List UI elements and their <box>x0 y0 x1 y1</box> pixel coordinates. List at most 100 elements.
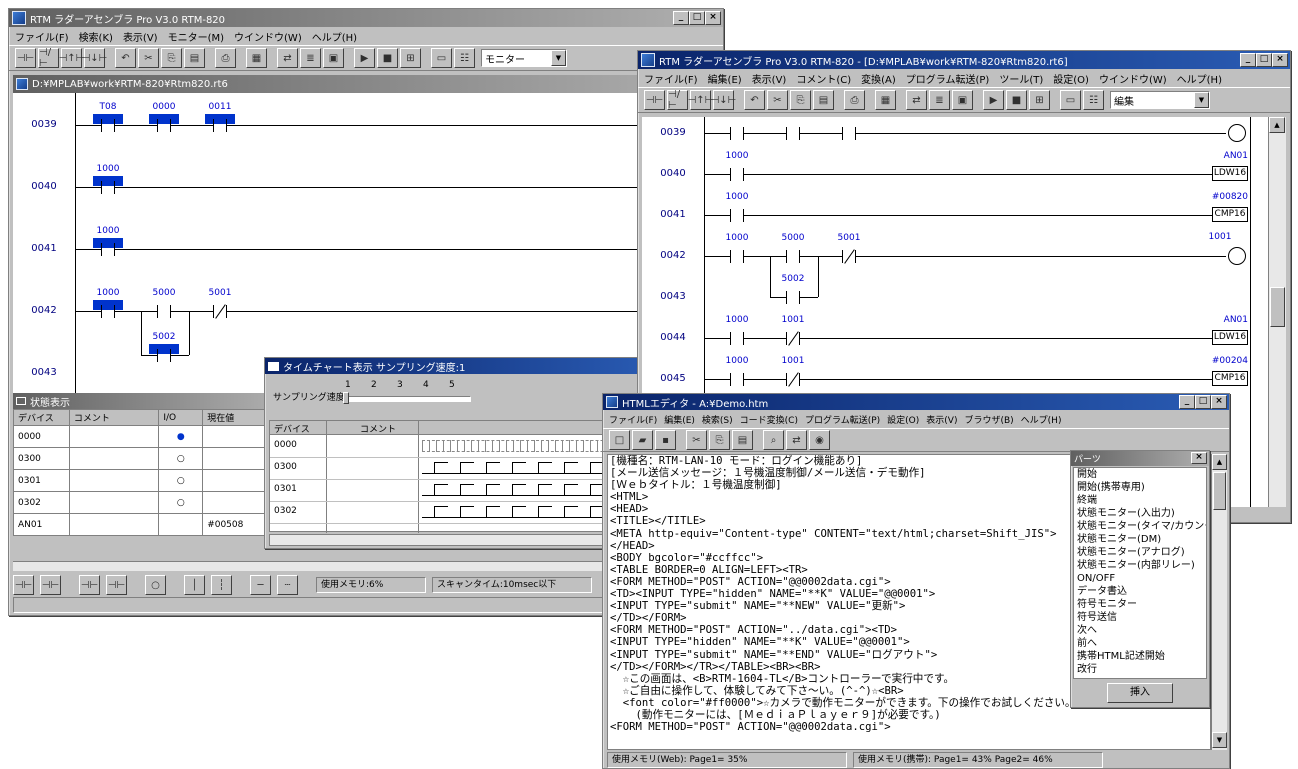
function-box[interactable]: LDW16 <box>1212 330 1248 345</box>
contact-gap[interactable] <box>730 173 744 176</box>
palette-item[interactable]: ON/OFF <box>1074 572 1206 585</box>
step-number[interactable]: 0043 <box>642 291 704 302</box>
contact-bar[interactable] <box>842 127 843 140</box>
mode-select[interactable]: 編集 ▼ <box>1110 91 1210 109</box>
contact-bar[interactable] <box>743 127 744 140</box>
undo-icon[interactable]: ↶ <box>115 48 136 68</box>
find-icon[interactable]: ⌕ <box>763 430 784 450</box>
rung-wire[interactable] <box>704 174 1212 175</box>
contact-label[interactable]: 0000 <box>149 102 179 112</box>
contact-bar[interactable] <box>101 119 102 132</box>
contact-label[interactable]: 5000 <box>778 233 808 243</box>
contact-gap[interactable] <box>101 248 115 251</box>
contact-label[interactable]: 1000 <box>722 315 752 325</box>
scroll-thumb[interactable] <box>1270 287 1285 327</box>
chevron-down-icon[interactable]: ▼ <box>1194 92 1209 108</box>
step-number[interactable]: 0040 <box>642 168 704 179</box>
table-cell[interactable] <box>68 425 160 448</box>
step-number[interactable]: 0045 <box>642 373 704 384</box>
contact-bar[interactable] <box>743 209 744 222</box>
device-label[interactable]: 0301 <box>274 484 297 494</box>
contact-label[interactable]: 1001 <box>778 356 808 366</box>
copy-icon[interactable]: ⎘ <box>161 48 182 68</box>
step-icon[interactable]: ⊞ <box>1029 90 1050 110</box>
menu-item[interactable]: プログラム転送(P) <box>906 71 990 86</box>
contact-bar[interactable] <box>786 127 787 140</box>
contact-bar[interactable] <box>743 332 744 345</box>
vline-icon[interactable]: │ <box>184 575 205 595</box>
view-list-icon[interactable]: ☷ <box>1083 90 1104 110</box>
table-cell[interactable]: 0000 <box>13 425 70 448</box>
table-row[interactable]: 0301 ○ <box>13 469 283 492</box>
contact-bar[interactable] <box>170 119 171 132</box>
timechart-title-bar[interactable]: タイムチャート表示 サンプリング速度:1 <box>265 358 661 374</box>
contact-5000[interactable]: 5000 <box>778 233 808 267</box>
palette-item[interactable]: 符号モニター <box>1074 598 1206 611</box>
verify-icon[interactable]: ▣ <box>323 48 344 68</box>
contact-gap[interactable] <box>842 132 856 135</box>
contact-bar[interactable] <box>730 250 731 263</box>
step-number[interactable]: 0039 <box>642 127 704 138</box>
copy-icon[interactable]: ⎘ <box>709 430 730 450</box>
palette-item[interactable]: 状態モニター(入出力) <box>1074 507 1206 520</box>
contact-bar[interactable] <box>730 209 731 222</box>
contact-bar[interactable] <box>786 250 787 263</box>
close-button[interactable]: × <box>1272 53 1288 67</box>
vertical-scrollbar[interactable]: ▲ ▼ <box>1211 454 1227 750</box>
device-label[interactable]: 0000 <box>274 440 297 450</box>
table-cell[interactable]: AN01 <box>13 513 70 536</box>
menu-item[interactable]: モニター(M) <box>168 29 224 44</box>
cut-icon[interactable]: ✂ <box>138 48 159 68</box>
table-cell[interactable] <box>68 491 160 514</box>
monitor-icon[interactable]: ▦ <box>875 90 896 110</box>
menu-item[interactable]: ウインドウ(W) <box>234 29 302 44</box>
contact-bar[interactable] <box>799 373 800 386</box>
table-cell[interactable] <box>68 447 160 470</box>
contact-bar[interactable] <box>842 250 843 263</box>
table-cell[interactable]: ○ <box>158 469 204 492</box>
branch-icon[interactable]: ⊣⊢ <box>79 575 100 595</box>
function-box[interactable]: CMP16 <box>1212 371 1248 386</box>
paste-icon[interactable]: ▤ <box>732 430 753 450</box>
branch-line[interactable] <box>189 311 190 355</box>
contact-label[interactable]: 1000 <box>722 356 752 366</box>
contact-5001[interactable]: 5001 <box>205 288 235 322</box>
compare-icon[interactable]: ≣ <box>300 48 321 68</box>
view-list-icon[interactable]: ☷ <box>454 48 475 68</box>
contact-T08[interactable]: T08 <box>93 102 123 136</box>
device-label[interactable]: 0300 <box>274 462 297 472</box>
contact-5000[interactable]: 5000 <box>149 288 179 322</box>
contact-bar[interactable] <box>213 305 214 318</box>
box-operand[interactable]: #00820 <box>1190 192 1248 202</box>
contact-label[interactable]: 1000 <box>93 226 123 236</box>
print-icon[interactable]: ⎙ <box>215 48 236 68</box>
table-cell[interactable] <box>158 513 204 536</box>
contact-bar[interactable] <box>114 305 115 318</box>
transfer-icon[interactable]: ⇄ <box>906 90 927 110</box>
contact-label[interactable]: 5000 <box>149 288 179 298</box>
speed-tick-label[interactable]: 3 <box>397 380 403 390</box>
menu-item[interactable]: 表示(V) <box>752 71 787 86</box>
contact-bar[interactable] <box>799 291 800 304</box>
contact-5001[interactable]: 5001 <box>834 233 864 267</box>
contact-T08[interactable]: T08 <box>722 117 752 144</box>
menu-item[interactable]: 設定(O) <box>887 413 919 426</box>
contact-bar[interactable] <box>170 305 171 318</box>
step-number[interactable]: 0042 <box>642 250 704 261</box>
contact-rise-icon[interactable]: ⊣↑⊢ <box>59 48 84 68</box>
contact-gap[interactable] <box>730 132 744 135</box>
contact-bar[interactable] <box>786 291 787 304</box>
palette-item[interactable]: 携帯HTML記述開始 <box>1074 650 1206 663</box>
close-button[interactable]: × <box>1191 452 1207 464</box>
column-header[interactable]: デバイス <box>13 409 70 426</box>
contact-a-icon[interactable]: ⊣⊢ <box>15 48 36 68</box>
transfer-icon[interactable]: ⇄ <box>786 430 807 450</box>
step-number[interactable]: 0040 <box>13 181 75 192</box>
coil-circle[interactable] <box>1228 124 1246 142</box>
contact-1000[interactable]: 1000 <box>93 288 123 322</box>
contact-label[interactable]: 1000 <box>722 233 752 243</box>
palette-item[interactable]: 開始(携帯専用) <box>1074 481 1206 494</box>
coil-circle[interactable] <box>1228 247 1246 265</box>
contact-bar[interactable] <box>743 373 744 386</box>
step-number[interactable]: 0041 <box>642 209 704 220</box>
